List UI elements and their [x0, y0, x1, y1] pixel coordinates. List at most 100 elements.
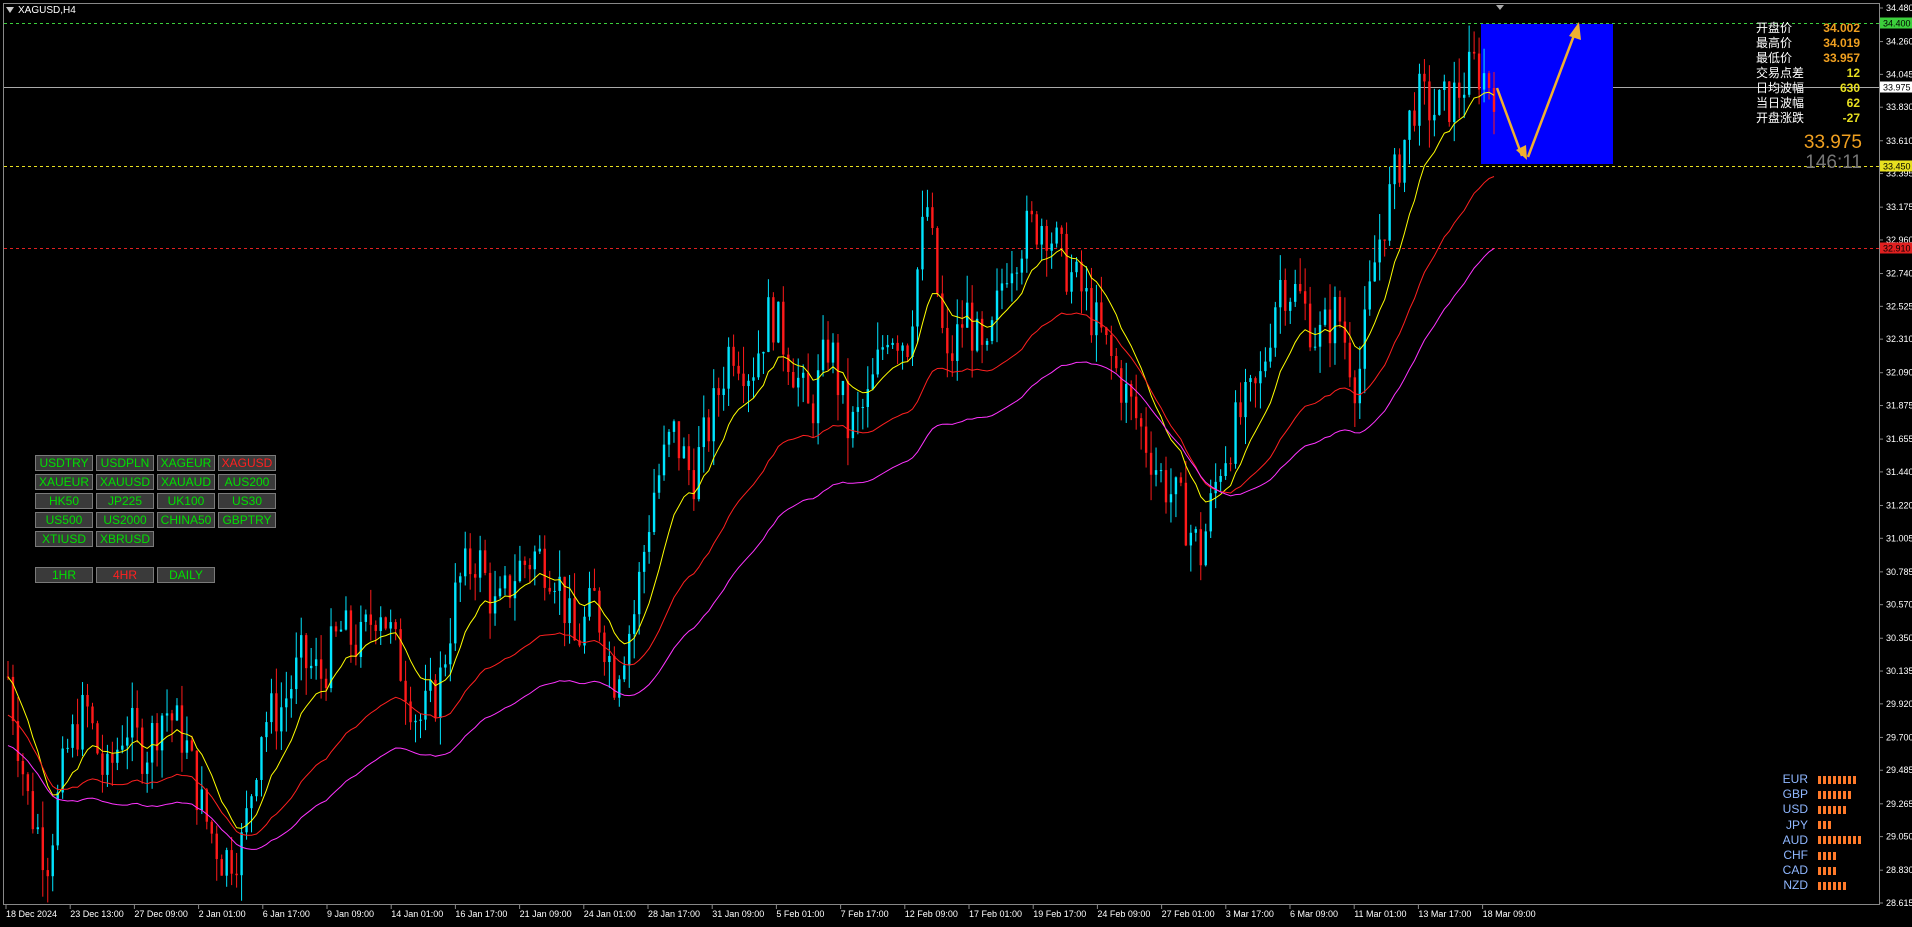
strength-bar-segment — [1828, 821, 1831, 830]
strength-bar-segment — [1828, 866, 1831, 875]
strength-bar-segment — [1838, 790, 1841, 799]
timeframe-button-4hr[interactable]: 4HR — [96, 567, 154, 583]
symbol-button-xagusd[interactable]: XAGUSD — [218, 455, 276, 471]
time-tick-label: 2 Jan 01:00 — [199, 909, 246, 919]
strength-row-nzd: NZD — [1772, 878, 1861, 893]
price-tick-label: 28.615 — [1886, 898, 1912, 908]
strength-bar-segment — [1843, 806, 1846, 814]
candle-timer: 146:11 — [1805, 152, 1862, 173]
price-tag: 33.975 — [1880, 81, 1912, 93]
strength-bar-segment — [1833, 806, 1836, 814]
timeframe-button-daily[interactable]: DAILY — [157, 567, 215, 583]
time-tick-label: 12 Feb 09:00 — [905, 909, 958, 919]
price-tick-label: 29.485 — [1886, 765, 1912, 775]
price-chart[interactable]: 34.48034.26034.04533.83033.61033.39533.1… — [0, 0, 1912, 927]
strength-bar-segment — [1828, 836, 1831, 845]
info-row: 交易点差 12 — [1756, 66, 1860, 81]
strength-bar-segment — [1828, 806, 1831, 814]
strength-bar-segment — [1818, 882, 1821, 891]
strength-bar-segment — [1833, 790, 1836, 799]
symbol-button-hk50[interactable]: HK50 — [35, 493, 93, 509]
strength-bar-segment — [1843, 790, 1846, 799]
strength-bar-segment — [1833, 882, 1836, 891]
strength-bar-segment — [1843, 882, 1846, 891]
strength-bar-segment — [1828, 775, 1831, 784]
strength-bar-segment — [1838, 775, 1841, 784]
symbol-button-us2000[interactable]: US2000 — [96, 512, 154, 528]
strength-bar-segment — [1818, 821, 1821, 830]
price-tick-label: 30.570 — [1886, 600, 1912, 610]
info-value: 33.957 — [1823, 51, 1860, 65]
strength-bars — [1818, 790, 1851, 799]
symbol-button-usdtry[interactable]: USDTRY — [35, 455, 93, 471]
time-tick-label: 9 Jan 09:00 — [327, 909, 374, 919]
symbol-button-us30[interactable]: US30 — [218, 493, 276, 509]
strength-bar-segment — [1833, 851, 1836, 860]
info-value: 12 — [1846, 66, 1860, 80]
strength-bar-segment — [1818, 866, 1821, 875]
price-tick-label: 29.920 — [1886, 699, 1912, 709]
strength-bar-segment — [1823, 821, 1826, 830]
strength-bar-segment — [1823, 866, 1826, 875]
strength-bar-segment — [1818, 790, 1821, 799]
candle — [1448, 81, 1451, 127]
symbol-button-usdpln[interactable]: USDPLN — [96, 455, 154, 471]
symbol-button-xageur[interactable]: XAGEUR — [157, 455, 215, 471]
candle — [772, 292, 775, 351]
candle — [1035, 211, 1038, 250]
strength-currency-label: GBP — [1782, 787, 1808, 802]
strength-bars — [1818, 821, 1831, 830]
strength-row-cad: CAD — [1772, 863, 1861, 878]
strength-bar-segment — [1853, 836, 1856, 845]
time-tick-label: 14 Jan 01:00 — [391, 909, 443, 919]
symbol-button-aus200[interactable]: AUS200 — [218, 474, 276, 490]
symbol-button-xauaud[interactable]: XAUAUD — [157, 474, 215, 490]
info-row: 最高价 34.019 — [1756, 36, 1860, 51]
strength-bar-segment — [1848, 775, 1851, 784]
info-value: 630 — [1839, 81, 1860, 95]
info-row: 日均波幅 630 — [1756, 81, 1860, 96]
symbol-button-jp225[interactable]: JP225 — [96, 493, 154, 509]
info-label: 最高价 — [1756, 36, 1793, 50]
strength-bar-segment — [1843, 775, 1846, 784]
price-tick-label: 32.310 — [1886, 334, 1912, 344]
strength-bar-segment — [1818, 806, 1821, 814]
dropdown-triangle-icon[interactable] — [6, 7, 14, 14]
symbol-button-xaueur[interactable]: XAUEUR — [35, 474, 93, 490]
strength-bars — [1818, 866, 1836, 875]
symbol-button-us500[interactable]: US500 — [35, 512, 93, 528]
symbol-button-xtiusd[interactable]: XTIUSD — [35, 531, 93, 547]
symbol-button-xauusd[interactable]: XAUUSD — [96, 474, 154, 490]
target-rectangle[interactable] — [1481, 24, 1613, 164]
timeframe-button-1hr[interactable]: 1HR — [35, 567, 93, 583]
strength-row-jpy: JPY — [1772, 818, 1861, 833]
symbol-button-xbrusd[interactable]: XBRUSD — [96, 531, 154, 547]
price-tag: 32.910 — [1880, 242, 1912, 254]
time-tick-label: 6 Jan 17:00 — [263, 909, 310, 919]
time-tick-label: 23 Dec 13:00 — [70, 909, 124, 919]
info-row: 开盘涨跌 -27 — [1756, 111, 1860, 126]
symbol-button-china50[interactable]: CHINA50 — [157, 512, 215, 528]
currency-strength-meter: EUR GBP USD JPY AUD CHF CAD NZD — [1772, 772, 1861, 894]
strength-row-chf: CHF — [1772, 848, 1861, 863]
time-tick-label: 19 Feb 17:00 — [1033, 909, 1086, 919]
strength-bar-segment — [1818, 836, 1821, 845]
big-price-display: 33.975 — [1803, 132, 1862, 153]
strength-currency-label: USD — [1782, 802, 1808, 817]
candle — [777, 301, 780, 344]
candle — [96, 720, 99, 755]
time-tick-label: 7 Feb 17:00 — [841, 909, 889, 919]
symbol-button-gbptry[interactable]: GBPTRY — [218, 512, 276, 528]
svg-text:34.400: 34.400 — [1883, 19, 1911, 29]
time-tick-label: 21 Jan 09:00 — [520, 909, 572, 919]
price-tick-label: 34.045 — [1886, 69, 1912, 79]
price-tick-label: 29.700 — [1886, 732, 1912, 742]
strength-bar-segment — [1818, 851, 1821, 860]
time-tick-label: 31 Jan 09:00 — [712, 909, 764, 919]
strength-bar-segment — [1848, 790, 1851, 799]
symbol-button-uk100[interactable]: UK100 — [157, 493, 215, 509]
strength-bars — [1818, 775, 1856, 784]
price-tag: 34.400 — [1880, 17, 1912, 29]
time-tick-label: 11 Mar 01:00 — [1354, 909, 1406, 919]
strength-bars — [1818, 882, 1846, 891]
